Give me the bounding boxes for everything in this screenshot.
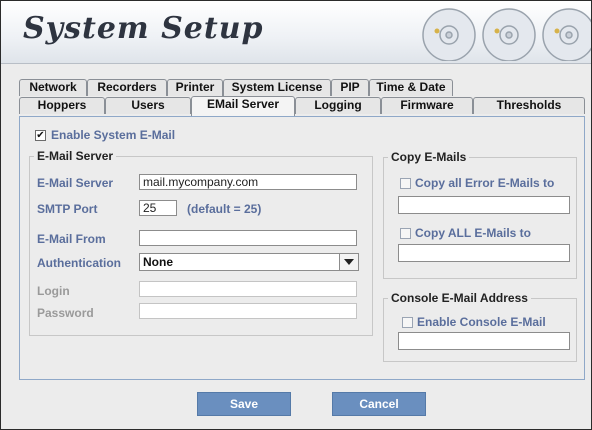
login-field[interactable]	[139, 281, 357, 297]
tab-pip[interactable]: PIP	[331, 79, 369, 96]
enable-console-email-checkbox[interactable]	[402, 317, 413, 328]
tab-network[interactable]: Network	[19, 79, 87, 96]
copy-emails-group-title: Copy E-Mails	[388, 150, 470, 164]
copy-all-emails-label[interactable]: Copy ALL E-Mails to	[415, 226, 531, 240]
authentication-select[interactable]: None	[139, 253, 359, 271]
console-email-group-title: Console E-Mail Address	[388, 291, 531, 305]
tab-printer[interactable]: Printer	[167, 79, 223, 96]
tab-hoppers[interactable]: Hoppers	[19, 97, 105, 114]
save-button[interactable]: Save	[197, 392, 291, 416]
smtp-port-field[interactable]: 25	[139, 200, 177, 216]
page-title: System Setup	[23, 11, 264, 46]
login-label: Login	[37, 284, 70, 298]
tab-time-date[interactable]: Time & Date	[369, 79, 453, 96]
copy-error-emails-label[interactable]: Copy all Error E-Mails to	[415, 176, 554, 190]
console-email-group: Console E-Mail Address	[383, 291, 577, 362]
password-field[interactable]	[139, 303, 357, 319]
smtp-port-hint: (default = 25)	[187, 202, 262, 216]
enable-console-email-label[interactable]: Enable Console E-Mail	[417, 315, 546, 329]
email-server-field[interactable]: mail.mycompany.com	[139, 174, 357, 190]
email-server-label: E-Mail Server	[37, 176, 114, 190]
console-email-field[interactable]	[398, 332, 570, 350]
authentication-value: None	[143, 255, 173, 269]
header-banner: System Setup	[1, 1, 591, 64]
enable-system-email-label[interactable]: Enable System E-Mail	[51, 128, 175, 142]
cancel-button[interactable]: Cancel	[332, 392, 426, 416]
tab-recorders[interactable]: Recorders	[87, 79, 167, 96]
disc-logo-icon	[422, 8, 591, 61]
tab-system-license[interactable]: System License	[223, 79, 331, 96]
system-setup-window: System Setup Network Recorders Printer S…	[0, 0, 592, 430]
tab-users[interactable]: Users	[105, 97, 191, 114]
enable-system-email-checkbox[interactable]: ✔	[35, 130, 46, 141]
tab-firmware[interactable]: Firmware	[381, 97, 473, 114]
copy-all-emails-checkbox[interactable]	[400, 228, 411, 239]
copy-all-emails-field[interactable]	[398, 244, 570, 262]
smtp-port-label: SMTP Port	[37, 202, 98, 216]
email-server-group-title: E-Mail Server	[34, 149, 117, 163]
copy-error-emails-checkbox[interactable]	[400, 178, 411, 189]
password-label: Password	[37, 306, 94, 320]
tab-thresholds[interactable]: Thresholds	[473, 97, 585, 114]
copy-error-emails-field[interactable]	[398, 196, 570, 214]
email-from-field[interactable]	[139, 230, 357, 246]
chevron-down-icon[interactable]	[339, 254, 358, 270]
authentication-label: Authentication	[37, 256, 121, 270]
email-from-label: E-Mail From	[37, 232, 106, 246]
tab-email-server[interactable]: EMail Server	[191, 96, 295, 116]
tab-logging[interactable]: Logging	[295, 97, 381, 114]
